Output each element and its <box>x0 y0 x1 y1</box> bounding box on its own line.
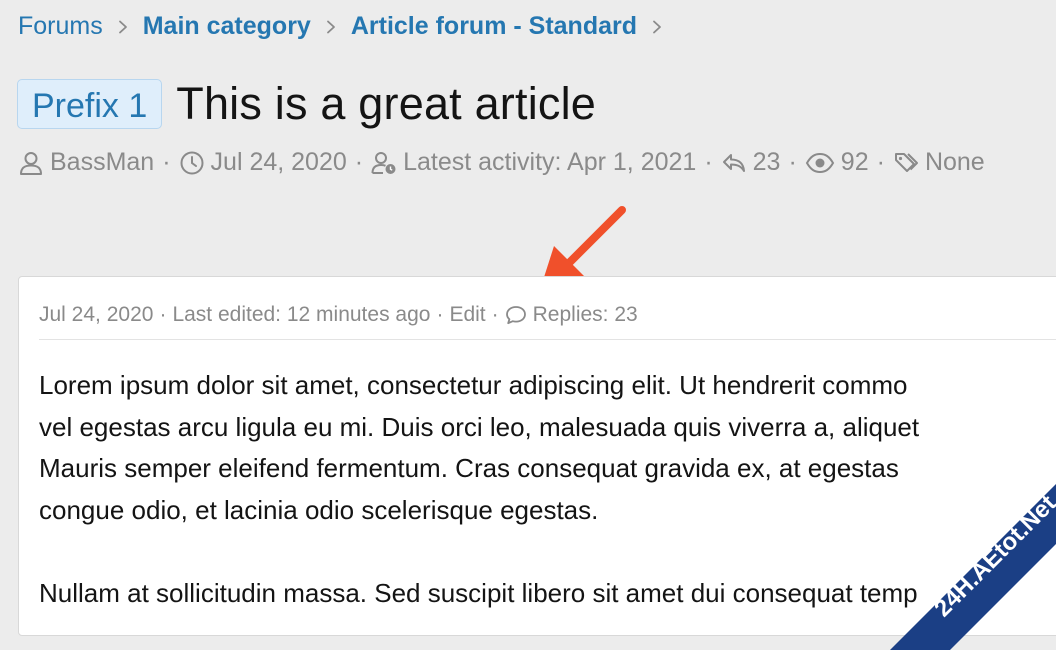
separator: · <box>354 148 364 176</box>
post-meta: Jul 24, 2020 · Last edited: 12 minutes a… <box>39 303 638 327</box>
replies-count: 23 <box>752 148 781 176</box>
page-title: This is a great article <box>176 78 597 129</box>
tags-value[interactable]: None <box>925 148 985 177</box>
user-clock-icon <box>371 150 397 176</box>
chevron-right-icon <box>311 20 351 34</box>
latest-activity[interactable]: Latest activity: Apr 1, 2021 <box>403 148 696 177</box>
thread-meta: BassMan · Jul 24, 2020 · Latest activity… <box>18 148 985 177</box>
last-edited[interactable]: Last edited: 12 minutes ago <box>172 303 430 327</box>
separator: · <box>876 148 885 176</box>
eye-icon <box>805 150 835 176</box>
separator: · <box>436 303 444 326</box>
thread-prefix-badge[interactable]: Prefix 1 <box>17 79 163 129</box>
clock-icon <box>179 150 205 176</box>
breadcrumb-main-category[interactable]: Main category <box>143 12 311 41</box>
chevron-right-icon <box>637 20 677 34</box>
comment-icon <box>505 304 527 326</box>
separator: · <box>162 148 171 176</box>
breadcrumb-forums[interactable]: Forums <box>18 12 103 41</box>
thread-header: Prefix 1 This is a great article <box>17 78 596 130</box>
body-line: vel egestas arcu ligula eu mi. Duis orci… <box>39 411 920 442</box>
author-link[interactable]: BassMan <box>50 148 154 177</box>
reply-icon <box>721 150 747 176</box>
tags-icon <box>893 150 919 176</box>
edit-link[interactable]: Edit <box>449 303 485 327</box>
separator: · <box>159 303 167 326</box>
post-date-link[interactable]: Jul 24, 2020 <box>39 303 153 327</box>
views-count: 92 <box>840 148 869 176</box>
breadcrumb-article-forum[interactable]: Article forum - Standard <box>351 12 637 41</box>
breadcrumb: Forums Main category Article forum - Sta… <box>18 12 677 41</box>
separator: · <box>491 303 499 326</box>
chevron-right-icon <box>103 20 143 34</box>
separator: · <box>704 148 713 176</box>
user-icon <box>18 150 44 176</box>
divider <box>39 339 1056 340</box>
watermark-ribbon: 24H.AEtot.Net <box>890 484 1056 650</box>
body-line: Lorem ipsum dolor sit amet, consectetur … <box>39 370 908 400</box>
separator: · <box>788 148 797 176</box>
thread-date-link[interactable]: Jul 24, 2020 <box>211 148 347 177</box>
post-replies[interactable]: Replies: 23 <box>533 303 638 327</box>
